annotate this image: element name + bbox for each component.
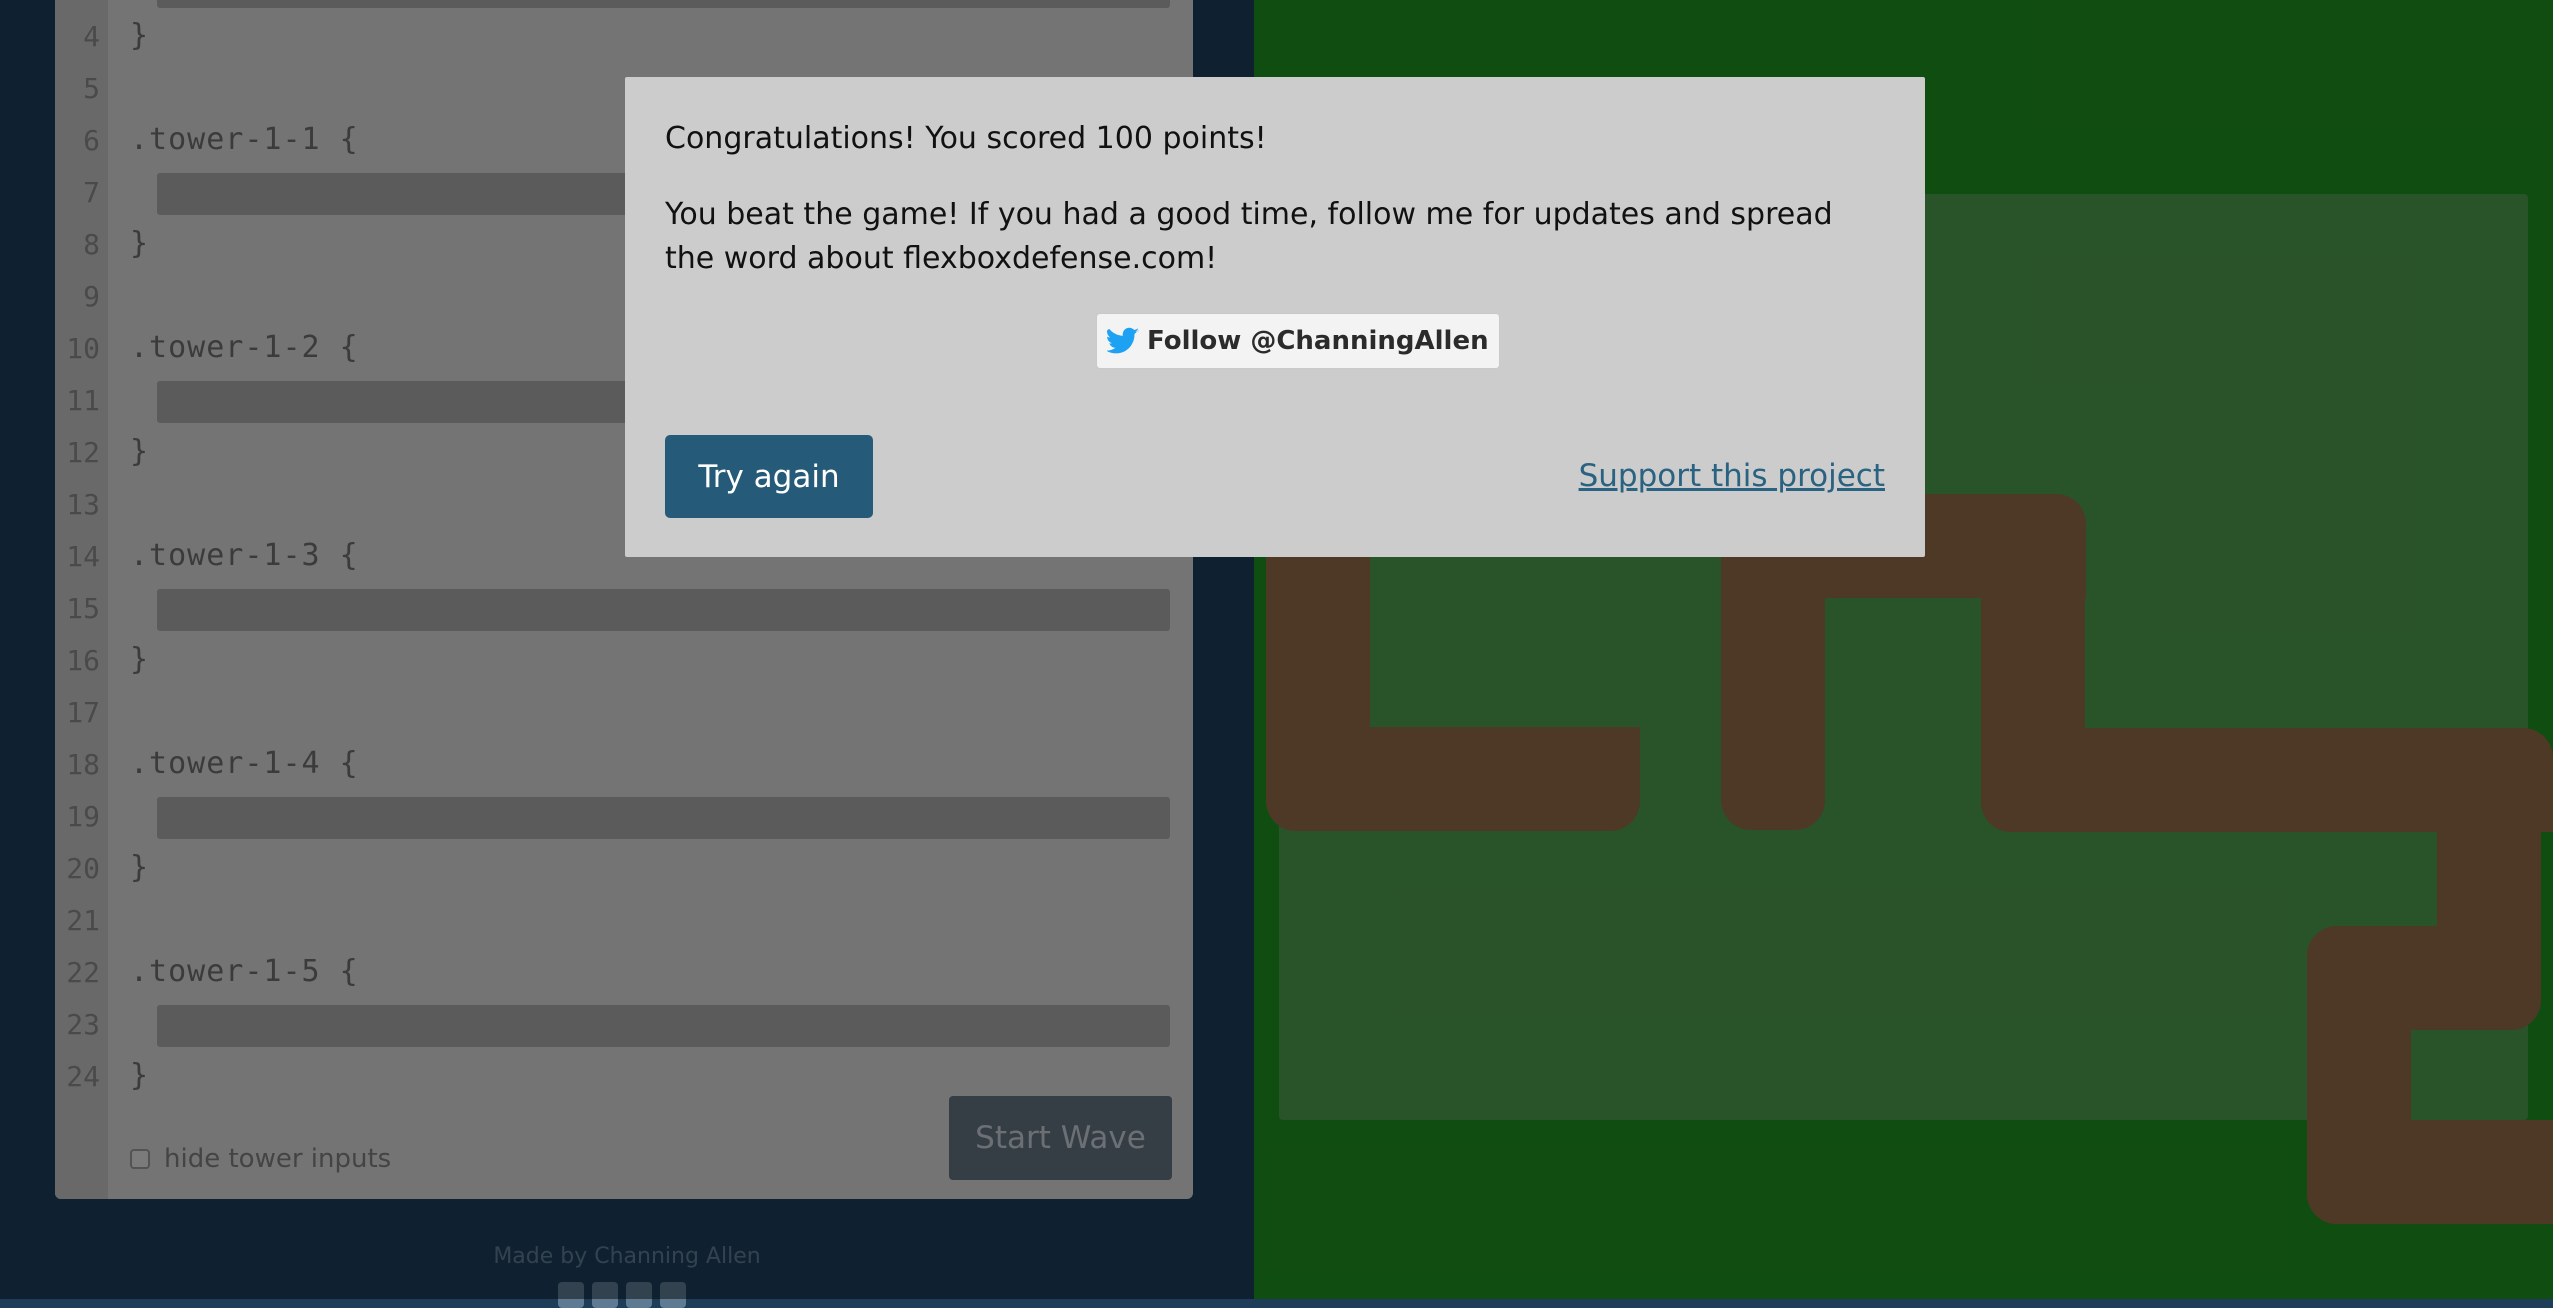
try-again-button[interactable]: Try again [665,435,873,518]
win-message: You beat the game! If you had a good tim… [665,197,1833,276]
support-project-link[interactable]: Support this project [1579,458,1885,494]
game-over-modal: Congratulations! You scored 100 points! … [625,77,1925,557]
score-message: Congratulations! You scored 100 points! [665,121,1267,156]
twitter-bird-icon [1107,327,1139,354]
twitter-follow-label: Follow @ChanningAllen [1147,326,1489,356]
twitter-follow-button[interactable]: Follow @ChanningAllen [1096,313,1500,369]
